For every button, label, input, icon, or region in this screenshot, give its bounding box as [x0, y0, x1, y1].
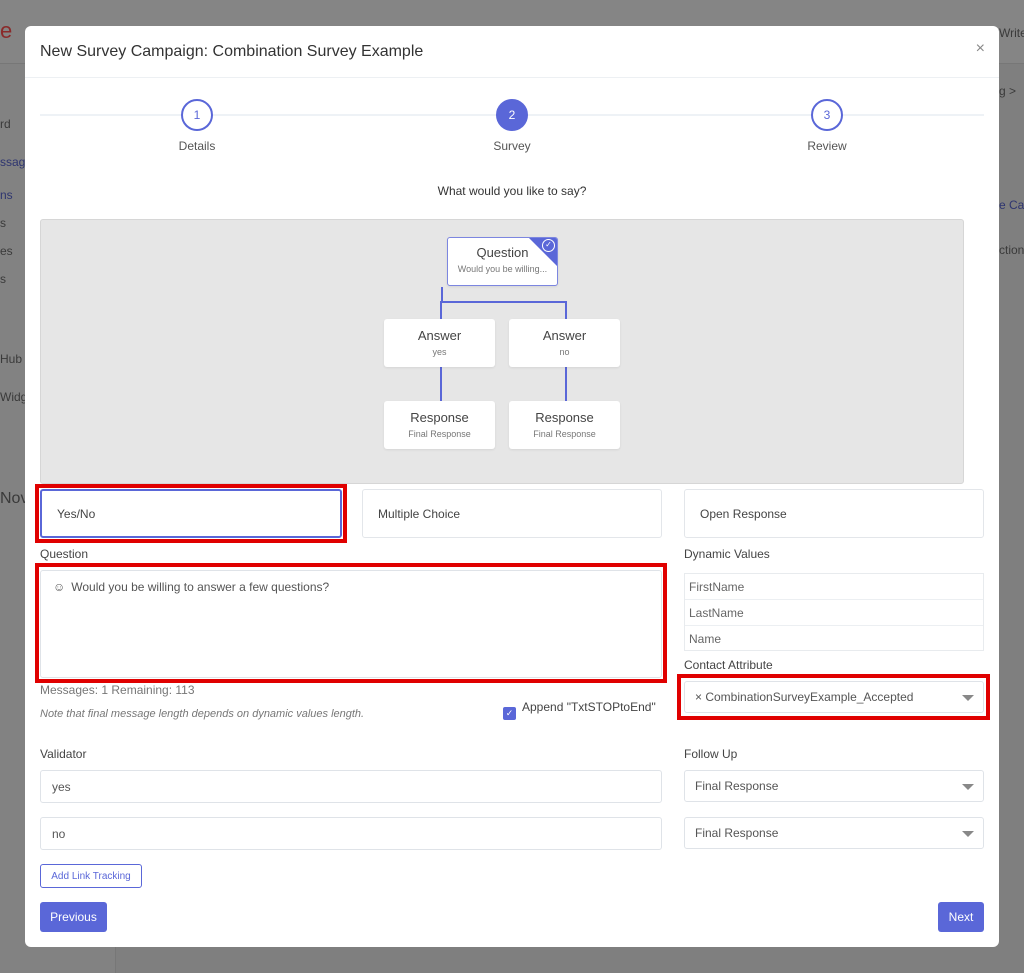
survey-campaign-modal: New Survey Campaign: Combination Survey …: [25, 26, 999, 947]
node-title: Answer: [542, 328, 587, 343]
question-label: Question: [40, 547, 89, 561]
messages-info: Messages: 1 Remaining: 113: [40, 683, 195, 697]
follow-up-select[interactable]: Final Response: [684, 817, 984, 849]
tab-yes-no[interactable]: Yes/No: [40, 489, 342, 538]
node-subtitle: no: [559, 347, 570, 357]
tab-multiple-choice[interactable]: Multiple Choice: [362, 489, 662, 538]
step-label: Review: [807, 139, 847, 153]
node-subtitle: Final Response: [533, 429, 596, 439]
background-nav-item: ssag: [0, 155, 26, 169]
selected-attribute-tag[interactable]: × CombinationSurveyExample_Accepted: [695, 690, 913, 704]
follow-up-select[interactable]: Final Response: [684, 770, 984, 802]
contact-attribute-label: Contact Attribute: [684, 658, 773, 672]
answer-node[interactable]: Answer yes: [384, 319, 495, 367]
question-text: Would you be willing to answer a few que…: [71, 580, 330, 594]
response-node[interactable]: Response Final Response: [509, 401, 620, 449]
background-button: e Ca: [999, 198, 1024, 212]
background-nav-item: ns: [0, 188, 13, 202]
dynamic-value-item[interactable]: FirstName: [685, 574, 983, 600]
step-survey[interactable]: 2: [496, 99, 528, 131]
follow-up-value: Final Response: [695, 826, 779, 840]
background-nav-item: Widg: [0, 390, 28, 404]
dynamic-value-item[interactable]: Name: [685, 626, 983, 650]
prompt-text: What would you like to say?: [437, 184, 587, 198]
background-nav-item: s: [0, 216, 6, 230]
previous-button[interactable]: Previous: [40, 902, 107, 932]
connector: [440, 301, 566, 303]
tab-open-response[interactable]: Open Response: [684, 489, 984, 538]
dynamic-values-label: Dynamic Values: [684, 547, 770, 561]
node-title: Answer: [417, 328, 462, 343]
caret-down-icon: [962, 784, 974, 790]
node-title: Response: [535, 410, 594, 425]
connector: [565, 367, 567, 402]
question-textarea[interactable]: ☺ Would you be willing to answer a few qu…: [40, 570, 662, 678]
background-breadcrumb: g >: [999, 84, 1017, 98]
append-checkbox[interactable]: ✓: [503, 707, 516, 720]
follow-up-value: Final Response: [695, 779, 779, 793]
step-label: Survey: [493, 139, 531, 153]
connector: [440, 301, 442, 320]
response-node[interactable]: Response Final Response: [384, 401, 495, 449]
validator-input[interactable]: no: [40, 817, 662, 850]
validator-label: Validator: [40, 747, 87, 761]
emoji-icon[interactable]: ☺: [53, 580, 65, 594]
node-subtitle: yes: [432, 347, 447, 357]
append-label[interactable]: Append "TxtSTOPtoEnd": [522, 700, 656, 714]
connector: [440, 367, 442, 402]
header-divider: [25, 77, 999, 78]
node-title: Response: [410, 410, 469, 425]
check-circle-icon: ✓: [542, 239, 555, 252]
dynamic-values-list[interactable]: FirstName LastName Name: [684, 573, 984, 651]
question-node[interactable]: ✓ Question Would you be willing...: [447, 237, 558, 286]
background-nav-item: s: [0, 272, 6, 286]
background-column-header: ction: [999, 243, 1024, 257]
dynamic-value-item[interactable]: LastName: [685, 600, 983, 626]
caret-down-icon: [962, 695, 974, 701]
background-nav-item: rd: [0, 117, 11, 131]
validator-input[interactable]: yes: [40, 770, 662, 803]
background-nav-item: es: [0, 244, 13, 258]
add-link-tracking-button[interactable]: Add Link Tracking: [40, 864, 142, 888]
node-subtitle: Final Response: [408, 429, 471, 439]
caret-down-icon: [962, 831, 974, 837]
length-note: Note that final message length depends o…: [40, 708, 365, 720]
modal-title: New Survey Campaign: Combination Survey …: [40, 43, 424, 60]
contact-attribute-select[interactable]: × CombinationSurveyExample_Accepted: [684, 681, 984, 713]
close-icon[interactable]: ×: [976, 40, 985, 58]
connector: [441, 287, 443, 302]
follow-up-label: Follow Up: [684, 747, 738, 761]
background-user-name: Write: [999, 26, 1024, 40]
next-button[interactable]: Next: [938, 902, 984, 932]
step-details[interactable]: 1: [181, 99, 213, 131]
background-logo: e: [0, 18, 13, 43]
step-label: Details: [178, 139, 216, 153]
answer-node[interactable]: Answer no: [509, 319, 620, 367]
step-review[interactable]: 3: [811, 99, 843, 131]
connector: [565, 301, 567, 320]
background-nav-item: Hub: [0, 352, 23, 366]
survey-flow-diagram: ✓ Question Would you be willing... Answe…: [40, 219, 964, 484]
